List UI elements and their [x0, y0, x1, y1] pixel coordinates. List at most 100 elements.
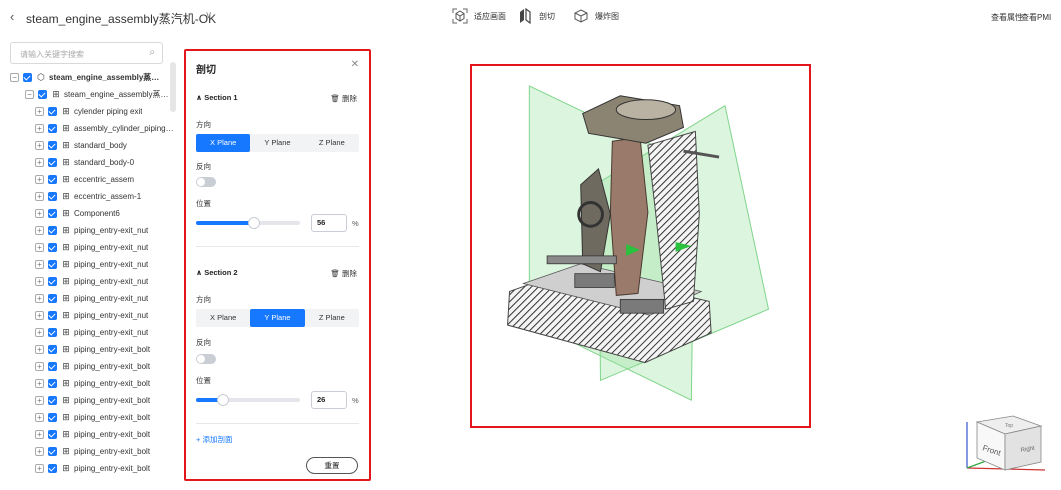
expand-icon[interactable]: +	[35, 124, 44, 133]
expand-icon[interactable]: +	[35, 226, 44, 235]
section-1-position-slider[interactable]	[196, 217, 300, 229]
tree-item-row[interactable]: + ⊞ piping_entry-exit_bolt	[35, 392, 150, 409]
tree-item-row[interactable]: + ⊞ assembly_cylinder_piping_e	[35, 120, 174, 137]
tree-item-row[interactable]: + ⊞ piping_entry-exit_bolt	[35, 375, 150, 392]
section-1-x-plane-button[interactable]: X Plane	[196, 134, 251, 152]
collapse-icon[interactable]: −	[10, 73, 19, 82]
section-2-y-plane-button[interactable]: Y Plane	[250, 309, 305, 327]
checkbox-checked-icon[interactable]	[48, 345, 57, 354]
tree-subroot-row[interactable]: − ⊞ steam_engine_assembly蒸汽机	[25, 86, 176, 103]
expand-icon[interactable]: +	[35, 447, 44, 456]
collapse-icon[interactable]: −	[25, 90, 34, 99]
tree-item-row[interactable]: + ⊞ piping_entry-exit_nut	[35, 273, 148, 290]
expand-icon[interactable]: +	[35, 311, 44, 320]
checkbox-checked-icon[interactable]	[48, 464, 57, 473]
checkbox-checked-icon[interactable]	[48, 209, 57, 218]
checkbox-checked-icon[interactable]	[48, 294, 57, 303]
section-cut-button[interactable]: 剖切	[517, 8, 555, 24]
search-icon[interactable]: ⌕	[149, 47, 155, 58]
checkbox-checked-icon[interactable]	[48, 226, 57, 235]
checkbox-checked-icon[interactable]	[48, 124, 57, 133]
checkbox-checked-icon[interactable]	[38, 90, 47, 99]
section-1-position-input[interactable]: 56	[311, 214, 347, 232]
slider-thumb[interactable]	[248, 217, 261, 229]
chevron-up-icon[interactable]: ∧	[196, 93, 202, 102]
tree-item-row[interactable]: + ⊞ standard_body	[35, 137, 127, 154]
expand-icon[interactable]: +	[35, 175, 44, 184]
tree-item-row[interactable]: + ⊞ piping_entry-exit_nut	[35, 290, 148, 307]
tree-item-row[interactable]: + ⊞ piping_entry-exit_nut	[35, 256, 148, 273]
checkbox-checked-icon[interactable]	[48, 311, 57, 320]
tree-item-row[interactable]: + ⊞ piping_entry-exit_bolt	[35, 341, 150, 358]
expand-icon[interactable]: +	[35, 379, 44, 388]
chevron-left-icon[interactable]: ‹	[10, 9, 14, 24]
expand-icon[interactable]: +	[35, 430, 44, 439]
expand-icon[interactable]: +	[35, 209, 44, 218]
tree-item-row[interactable]: + ⊞ piping_entry-exit_nut	[35, 324, 148, 341]
section-1-header[interactable]: ∧ Section 1	[196, 93, 238, 102]
tree-item-row[interactable]: + ⊞ eccentric_assem	[35, 171, 134, 188]
expand-icon[interactable]: +	[35, 158, 44, 167]
expand-icon[interactable]: +	[35, 396, 44, 405]
section-1-delete-button[interactable]: 🗑︎ 删除	[330, 93, 357, 104]
explode-view-button[interactable]: 爆炸图	[573, 8, 619, 24]
chevron-down-icon[interactable]: ∨	[205, 10, 212, 21]
checkbox-checked-icon[interactable]	[48, 260, 57, 269]
tree-item-row[interactable]: + ⊞ Component6	[35, 205, 120, 222]
expand-icon[interactable]: +	[35, 464, 44, 473]
add-section-button[interactable]: + 添加剖面	[196, 434, 232, 445]
checkbox-checked-icon[interactable]	[48, 362, 57, 371]
view-pmi-link[interactable]: 查看PMI	[1021, 12, 1051, 23]
section-2-header[interactable]: ∧ Section 2	[196, 268, 238, 277]
expand-icon[interactable]: +	[35, 243, 44, 252]
tree-item-row[interactable]: + ⊞ standard_body-0	[35, 154, 134, 171]
slider-thumb[interactable]	[217, 394, 230, 406]
tree-item-row[interactable]: + ⊞ cylender piping exit	[35, 103, 142, 120]
tree-item-row[interactable]: + ⊞ piping_entry-exit_bolt	[35, 409, 150, 426]
expand-icon[interactable]: +	[35, 345, 44, 354]
close-icon[interactable]: ✕	[351, 59, 359, 70]
tree-item-row[interactable]: + ⊞ piping_entry-exit_bolt	[35, 443, 150, 460]
checkbox-checked-icon[interactable]	[48, 141, 57, 150]
tree-item-row[interactable]: + ⊞ piping_entry-exit_nut	[35, 222, 148, 239]
tree-item-row[interactable]: + ⊞ piping_entry-exit_bolt	[35, 426, 150, 443]
section-2-delete-button[interactable]: 🗑︎ 删除	[330, 268, 357, 279]
expand-icon[interactable]: +	[35, 294, 44, 303]
checkbox-checked-icon[interactable]	[48, 430, 57, 439]
expand-icon[interactable]: +	[35, 260, 44, 269]
expand-icon[interactable]: +	[35, 107, 44, 116]
model-viewport[interactable]	[472, 66, 809, 426]
tree-item-row[interactable]: + ⊞ eccentric_assem-1	[35, 188, 141, 205]
tree-item-row[interactable]: + ⊞ piping_entry-exit_bolt	[35, 460, 150, 477]
checkbox-checked-icon[interactable]	[48, 447, 57, 456]
checkbox-checked-icon[interactable]	[48, 379, 57, 388]
checkbox-checked-icon[interactable]	[48, 175, 57, 184]
expand-icon[interactable]: +	[35, 141, 44, 150]
expand-icon[interactable]: +	[35, 277, 44, 286]
section-1-z-plane-button[interactable]: Z Plane	[305, 134, 359, 152]
checkbox-checked-icon[interactable]	[48, 243, 57, 252]
tree-item-row[interactable]: + ⊞ piping_entry-exit_nut	[35, 307, 148, 324]
checkbox-checked-icon[interactable]	[48, 413, 57, 422]
view-properties-link[interactable]: 查看属性	[991, 12, 1023, 23]
checkbox-checked-icon[interactable]	[48, 277, 57, 286]
section-2-reverse-toggle[interactable]	[196, 354, 216, 364]
checkbox-checked-icon[interactable]	[48, 192, 57, 201]
checkbox-checked-icon[interactable]	[48, 396, 57, 405]
section-2-z-plane-button[interactable]: Z Plane	[305, 309, 359, 327]
checkbox-checked-icon[interactable]	[48, 158, 57, 167]
section-1-y-plane-button[interactable]: Y Plane	[250, 134, 304, 152]
reset-button[interactable]: 重置	[306, 457, 358, 474]
search-input[interactable]: 请输入关键字搜索 ⌕	[10, 42, 163, 64]
tree-root-row[interactable]: − ⬡ steam_engine_assembly蒸汽机	[10, 69, 164, 86]
section-2-position-input[interactable]: 26	[311, 391, 347, 409]
tree-item-row[interactable]: + ⊞ piping_entry-exit_nut	[35, 239, 148, 256]
section-2-position-slider[interactable]	[196, 394, 300, 406]
view-cube[interactable]: Top Front Right	[955, 410, 1050, 480]
section-1-reverse-toggle[interactable]	[196, 177, 216, 187]
expand-icon[interactable]: +	[35, 362, 44, 371]
fit-view-button[interactable]: 适应画面	[452, 8, 506, 24]
expand-icon[interactable]: +	[35, 328, 44, 337]
chevron-up-icon[interactable]: ∧	[196, 268, 202, 277]
checkbox-checked-icon[interactable]	[48, 328, 57, 337]
